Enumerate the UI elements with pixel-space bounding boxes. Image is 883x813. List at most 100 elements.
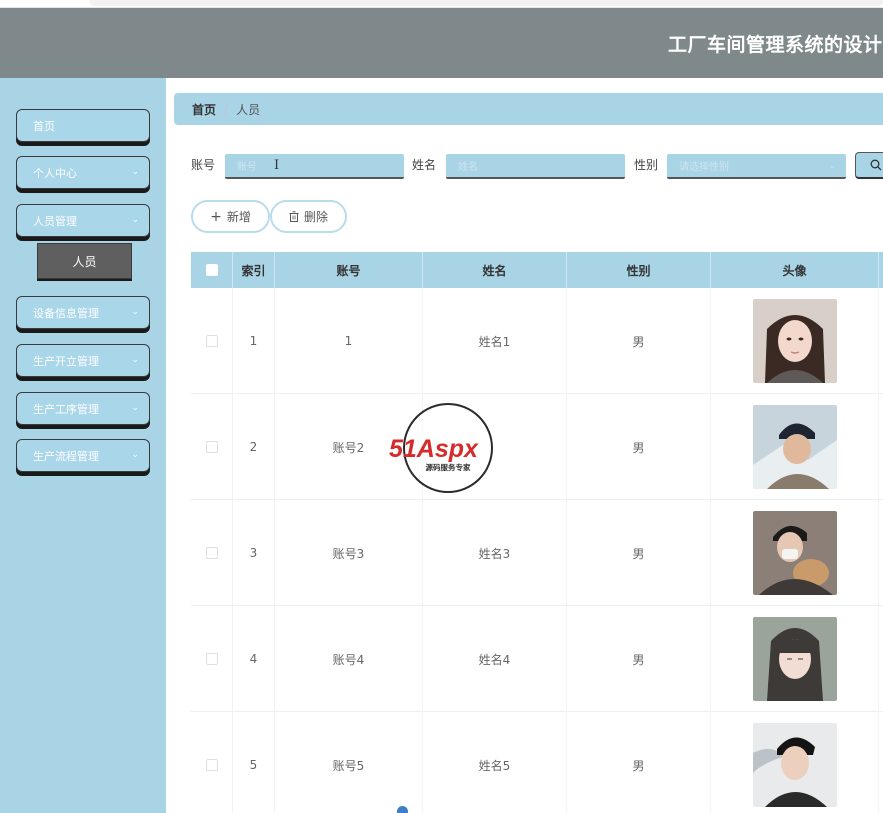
column-header-index: 索引 <box>233 252 275 288</box>
sidebar-item-production-open[interactable]: 生产开立管理 ⌄ <box>16 344 150 377</box>
gender-placeholder: 请选择性别 <box>679 162 729 173</box>
plus-icon: + <box>210 208 222 225</box>
cell-gender: 男 <box>567 712 711 813</box>
cell-account: 账号5 <box>275 712 423 813</box>
cell-name: 姓名3 <box>423 500 567 606</box>
avatar[interactable] <box>752 405 837 489</box>
chevron-down-icon: ⌄ <box>131 307 139 317</box>
name-input[interactable]: 姓名 <box>446 154 625 179</box>
select-all-checkbox[interactable] <box>205 264 218 276</box>
text-cursor-icon: I <box>274 158 280 173</box>
table-row[interactable]: 4 账号4 姓名4 男 <box>191 606 883 712</box>
row-checkbox-cell[interactable] <box>191 500 233 606</box>
column-header-gender: 性别 <box>567 252 711 288</box>
cell-index: 4 <box>233 606 275 712</box>
sidebar-item-profile[interactable]: 个人中心 ⌄ <box>16 156 150 189</box>
cell-name: 姓名4 <box>423 606 567 712</box>
chevron-down-icon: ⌄ <box>131 167 139 177</box>
sidebar-item-label: 生产开立管理 <box>33 354 99 368</box>
name-placeholder: 姓名 <box>458 162 478 173</box>
add-button-label: 新增 <box>226 210 251 224</box>
cell-index: 5 <box>233 712 275 813</box>
submenu-item-personnel[interactable]: 人员 <box>37 243 132 279</box>
account-label: 账号 <box>191 158 216 172</box>
table-row[interactable]: 2 账号2 男 <box>191 394 883 500</box>
cell-avatar <box>711 606 879 712</box>
gender-select[interactable]: 请选择性别 ⌄ <box>667 154 846 179</box>
avatar[interactable] <box>752 511 837 595</box>
chevron-down-icon: ⌄ <box>131 403 139 413</box>
table-header: 索引 账号 姓名 性别 头像 <box>191 252 883 288</box>
chevron-down-icon: ⌄ <box>131 215 139 225</box>
sidebar-item-label: 生产工序管理 <box>33 402 99 416</box>
sidebar-item-label: 人员管理 <box>33 214 77 228</box>
cell-index: 3 <box>233 500 275 606</box>
account-placeholder: 账号 <box>237 162 257 173</box>
cell-gender: 男 <box>567 500 711 606</box>
app-header: 工厂车间管理系统的设计 <box>0 8 883 78</box>
sidebar-item-label: 生产流程管理 <box>33 449 99 463</box>
row-checkbox[interactable] <box>205 441 218 453</box>
sidebar-item-label: 首页 <box>33 119 55 133</box>
delete-button-label: 删除 <box>303 210 328 224</box>
sidebar-item-personnel[interactable]: 人员管理 ⌄ <box>16 204 150 237</box>
column-header-name: 姓名 <box>423 252 567 288</box>
column-header-account: 账号 <box>275 252 423 288</box>
sidebar-item-production-flow[interactable]: 生产流程管理 ⌄ <box>16 439 150 472</box>
cell-avatar <box>711 500 879 606</box>
avatar[interactable] <box>752 299 837 383</box>
row-checkbox-cell[interactable] <box>191 394 233 500</box>
row-checkbox-cell[interactable] <box>191 288 233 394</box>
watermark-slogan: 源码服务专家 <box>426 462 471 472</box>
breadcrumb: 首页 / 人员 <box>174 93 883 125</box>
chevron-down-icon: ⌄ <box>131 450 139 460</box>
breadcrumb-current: 人员 <box>236 102 261 117</box>
chevron-down-icon: ⌄ <box>131 355 139 365</box>
table-row[interactable]: 1 1 姓名1 男 <box>191 288 883 394</box>
row-checkbox[interactable] <box>205 653 218 665</box>
watermark-brand: 51Aspx <box>389 435 479 463</box>
app-title: 工厂车间管理系统的设计 <box>668 34 883 56</box>
cell-name: 姓名5 <box>423 712 567 813</box>
add-button[interactable]: + 新增 <box>191 200 270 233</box>
cell-avatar <box>711 394 879 500</box>
browser-top-strip <box>0 0 883 8</box>
cell-name: 姓名1 <box>423 288 567 394</box>
search-button[interactable] <box>855 152 883 179</box>
cell-gender: 男 <box>567 394 711 500</box>
name-label: 姓名 <box>412 158 437 172</box>
watermark-logo: 51Aspx 源码服务专家 <box>389 403 493 493</box>
cell-account: 账号4 <box>275 606 423 712</box>
delete-button[interactable]: 删除 <box>270 200 347 233</box>
address-bar <box>90 0 883 6</box>
submenu-item-label: 人员 <box>72 254 97 269</box>
row-checkbox[interactable] <box>205 759 218 771</box>
sidebar-item-label: 设备信息管理 <box>33 306 99 320</box>
account-input[interactable]: 账号 <box>225 154 404 179</box>
scroll-indicator[interactable] <box>397 806 408 813</box>
cell-gender: 男 <box>567 606 711 712</box>
row-checkbox[interactable] <box>205 335 218 347</box>
header-checkbox-cell[interactable] <box>191 252 233 288</box>
row-checkbox[interactable] <box>205 547 218 559</box>
cell-account: 1 <box>275 288 423 394</box>
table-row[interactable]: 3 账号3 姓名3 男 <box>191 500 883 606</box>
breadcrumb-home[interactable]: 首页 <box>192 101 216 118</box>
chevron-down-icon: ⌄ <box>828 161 836 171</box>
sidebar-item-production-process[interactable]: 生产工序管理 ⌄ <box>16 392 150 425</box>
avatar[interactable] <box>752 617 837 701</box>
column-header-avatar: 头像 <box>711 252 879 288</box>
sidebar-item-home[interactable]: 首页 <box>16 109 150 142</box>
cell-index: 2 <box>233 394 275 500</box>
cell-index: 1 <box>233 288 275 394</box>
search-icon <box>870 159 882 171</box>
table-row[interactable]: 5 账号5 姓名5 男 <box>191 712 883 813</box>
cell-avatar <box>711 288 879 394</box>
sidebar-item-equipment[interactable]: 设备信息管理 ⌄ <box>16 296 150 329</box>
sidebar-item-label: 个人中心 <box>33 166 77 180</box>
trash-icon <box>289 211 299 222</box>
avatar[interactable] <box>752 723 837 807</box>
row-checkbox-cell[interactable] <box>191 712 233 813</box>
row-checkbox-cell[interactable] <box>191 606 233 712</box>
gender-label: 性别 <box>634 158 659 172</box>
